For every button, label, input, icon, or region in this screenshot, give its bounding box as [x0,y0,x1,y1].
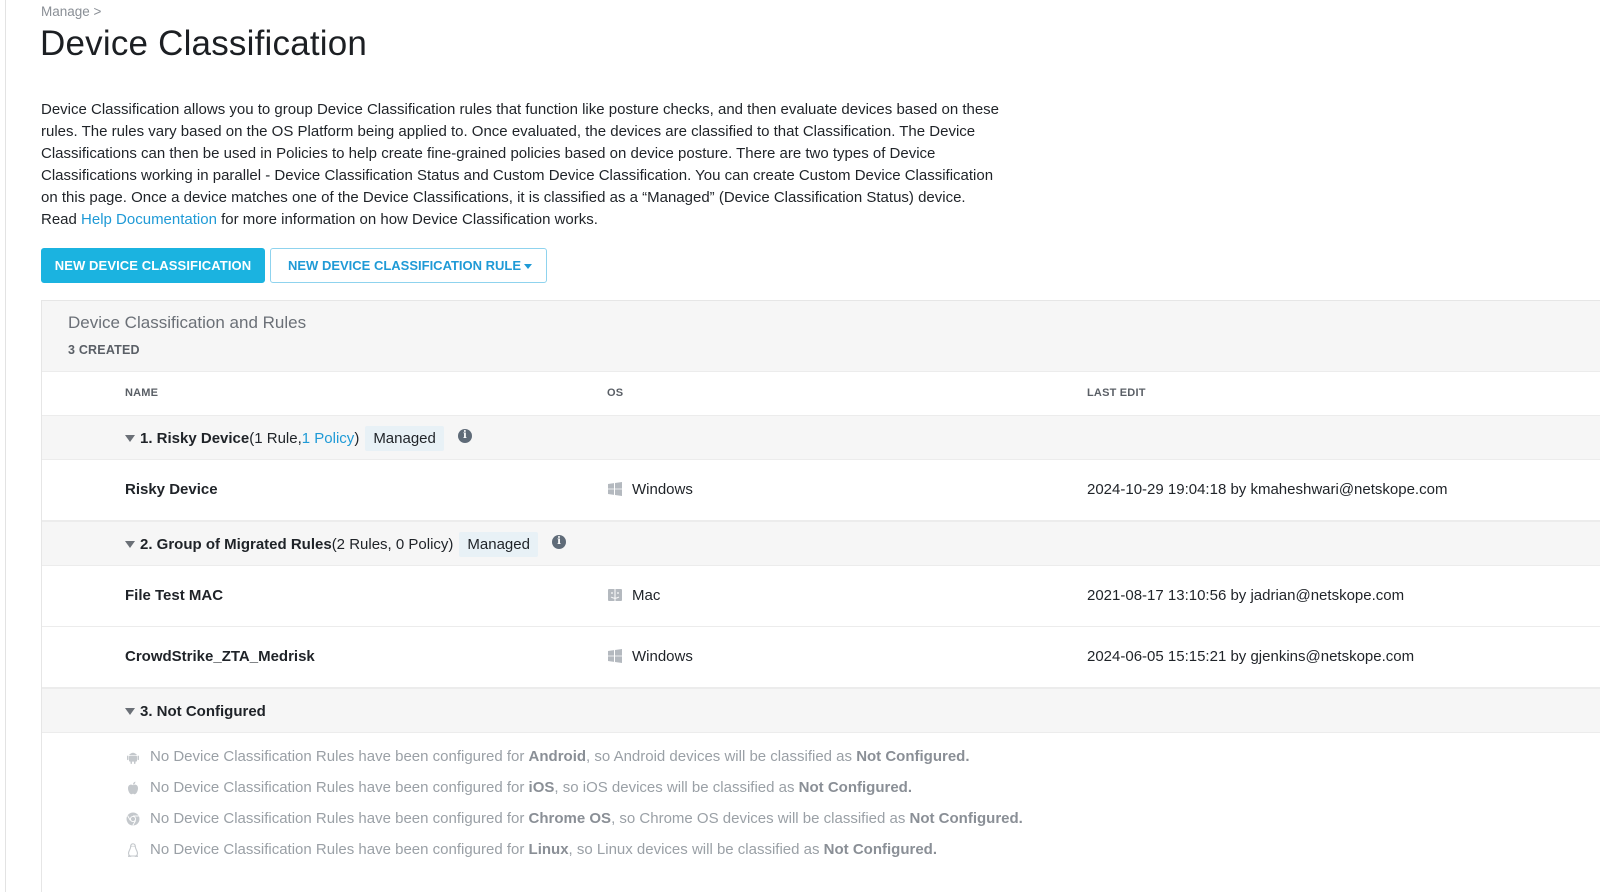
nc-prefix: No Device Classification Rules have been… [150,779,525,796]
nc-status: Not Configured. [909,810,1023,827]
apple-icon [128,781,138,794]
nc-prefix: No Device Classification Rules have been… [150,810,525,827]
nc-status: Not Configured. [823,841,937,858]
group-meta-end: ) [354,430,360,447]
rule-name[interactable]: File Test MAC [125,587,223,604]
new-device-classification-button[interactable]: NEW DEVICE CLASSIFICATION [41,248,265,283]
linux-icon [127,842,139,857]
column-header-os[interactable]: OS [607,387,623,399]
rule-name[interactable]: CrowdStrike_ZTA_Medrisk [125,648,315,665]
chrome-icon [126,812,140,826]
rule-name[interactable]: Risky Device [125,481,218,498]
table-row[interactable]: Risky Device Windows 2024-10-29 19:04:18… [42,460,1600,521]
nc-os: Linux [528,841,569,858]
windows-icon [608,481,622,496]
new-rule-button-label: NEW DEVICE CLASSIFICATION RULE [288,258,522,273]
group-meta: (2 Rules, 0 Policy) [331,536,454,553]
status-badge: Managed [365,426,444,451]
breadcrumb[interactable]: Manage > [41,4,101,19]
collapse-triangle-icon[interactable] [125,708,135,715]
mac-icon [608,588,622,601]
nc-status: Not Configured. [798,779,912,796]
group-header: 3. Not Configured [125,689,266,734]
rule-os: Mac [608,587,660,604]
rule-last-edit: 2024-10-29 19:04:18 by kmaheshwari@netsk… [1087,481,1448,498]
page-title: Device Classification [40,24,368,63]
column-header-name[interactable]: NAME [125,387,158,399]
rule-os-label: Mac [632,587,661,604]
nc-os: Chrome OS [528,810,612,827]
group-row-risky-device[interactable]: 1. Risky Device (1 Rule, 1 Policy ) Mana… [42,415,1600,460]
chevron-down-icon[interactable] [524,264,532,269]
left-border [5,0,6,892]
new-device-classification-rule-button[interactable]: NEW DEVICE CLASSIFICATION RULE [270,248,547,283]
collapse-triangle-icon[interactable] [125,435,135,442]
android-icon [127,752,139,764]
group-meta: (1 Rule, [249,430,302,447]
nc-prefix: No Device Classification Rules have been… [150,748,525,765]
table-row[interactable]: CrowdStrike_ZTA_Medrisk Windows 2024-06-… [42,627,1600,688]
status-badge: Managed [459,532,538,557]
rule-os-label: Windows [632,481,693,498]
info-icon[interactable]: i [551,534,566,549]
group-name: 1. Risky Device [140,430,250,447]
help-documentation-link[interactable]: Help Documentation [81,211,217,228]
nc-os: Android [528,748,587,765]
rule-os-label: Windows [632,648,693,665]
intro-text: Device Classification allows you to grou… [41,99,1001,231]
classification-panel: Device Classification and Rules 3 CREATE… [41,300,1600,892]
list-item: No Device Classification Rules have been… [126,803,1023,834]
list-item: No Device Classification Rules have been… [126,741,1023,772]
nc-os: iOS [528,779,555,796]
policy-link[interactable]: 1 Policy [302,430,355,447]
panel-title: Device Classification and Rules [68,313,307,332]
intro-text-part1: Device Classification allows you to grou… [41,101,1000,228]
column-header-last-edit[interactable]: LAST EDIT [1087,387,1146,399]
windows-icon [608,648,622,663]
collapse-triangle-icon[interactable] [125,541,135,548]
group-row-not-configured[interactable]: 3. Not Configured [42,688,1600,733]
rule-last-edit: 2024-06-05 15:15:21 by gjenkins@netskope… [1087,648,1415,665]
info-icon[interactable]: i [457,428,472,443]
table-row[interactable]: File Test MAC Mac 2021-08-17 13:10:56 by… [42,566,1600,627]
nc-middle: , so Linux devices will be classified as [568,841,820,858]
rule-os: Windows [608,648,693,665]
group-header: 1. Risky Device (1 Rule, 1 Policy ) Mana… [125,416,472,461]
panel-header: Device Classification and Rules 3 CREATE… [42,301,1600,372]
rule-last-edit: 2021-08-17 13:10:56 by jadrian@netskope.… [1087,587,1405,604]
nc-prefix: No Device Classification Rules have been… [150,841,525,858]
created-count: 3 CREATED [68,343,140,357]
list-item: No Device Classification Rules have been… [126,834,1023,865]
nc-middle: , so iOS devices will be classified as [554,779,795,796]
nc-middle: , so Android devices will be classified … [586,748,853,765]
nc-status: Not Configured. [856,748,970,765]
group-header: 2. Group of Migrated Rules (2 Rules, 0 P… [125,522,566,567]
group-name: 3. Not Configured [140,703,266,720]
group-row-migrated-rules[interactable]: 2. Group of Migrated Rules (2 Rules, 0 P… [42,521,1600,566]
group-name: 2. Group of Migrated Rules [140,536,332,553]
list-item: No Device Classification Rules have been… [126,772,1023,803]
rule-os: Windows [608,481,693,498]
intro-text-part2: for more information on how Device Class… [216,211,598,228]
nc-middle: , so Chrome OS devices will be classifie… [611,810,906,827]
not-configured-list: No Device Classification Rules have been… [126,741,1023,865]
